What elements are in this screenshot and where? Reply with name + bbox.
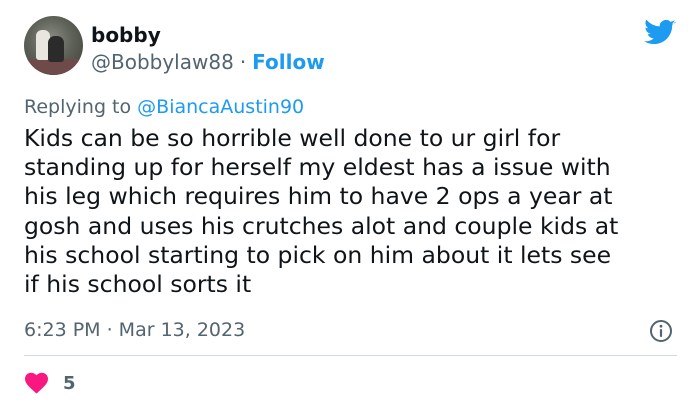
- tweet-timestamp[interactable]: 6:23 PM · Mar 13, 2023: [24, 317, 245, 343]
- follow-button[interactable]: Follow: [252, 50, 325, 74]
- tweet-text: Kids can be so horrible well done to ur …: [24, 124, 619, 299]
- avatar[interactable]: [24, 16, 83, 75]
- heart-icon[interactable]: [24, 372, 49, 394]
- divider: [24, 355, 677, 356]
- like-button[interactable]: 5: [24, 370, 76, 396]
- author-display-name[interactable]: bobby: [91, 22, 161, 48]
- tweet-card: bobby @Bobbylaw88 · Follow Replying to @Bi…: [0, 0, 700, 410]
- like-count: 5: [63, 372, 76, 394]
- author-handle-row: @Bobbylaw88 · Follow: [91, 49, 325, 75]
- handle-separator: ·: [239, 50, 247, 74]
- twitter-bird-icon[interactable]: [644, 19, 676, 47]
- avatar-figure: [48, 36, 64, 62]
- replying-to-label: Replying to: [24, 96, 132, 118]
- reply-mention-link[interactable]: @BiancaAustin90: [137, 96, 304, 118]
- info-icon[interactable]: [649, 319, 673, 343]
- author-handle[interactable]: @Bobbylaw88: [91, 50, 234, 74]
- replying-to-line: Replying to @BiancaAustin90: [24, 94, 304, 120]
